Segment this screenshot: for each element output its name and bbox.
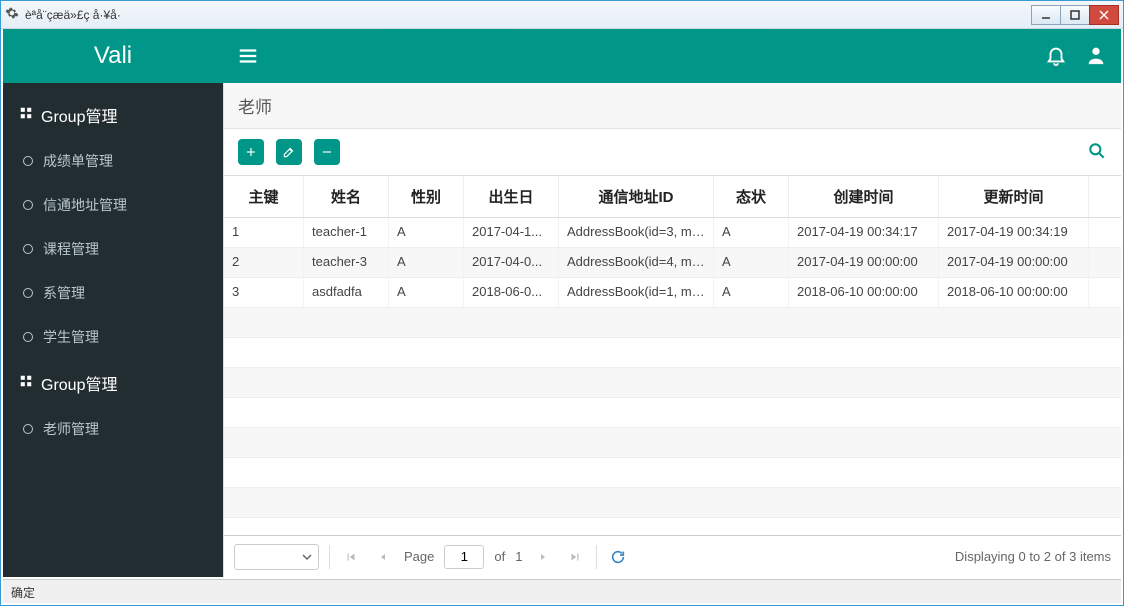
dashboard-icon bbox=[19, 374, 33, 393]
sidebar-group-0[interactable]: Group管理 bbox=[3, 91, 223, 139]
cell-addr: AddressBook(id=3, mo... bbox=[559, 218, 714, 247]
next-page-button[interactable] bbox=[532, 546, 554, 568]
cell-birth: 2017-04-0... bbox=[464, 248, 559, 277]
cell-created: 2017-04-19 00:34:17 bbox=[789, 218, 939, 247]
circle-icon bbox=[23, 244, 33, 254]
first-page-button[interactable] bbox=[340, 546, 362, 568]
pager: Page of 1 Displaying 0 to 2 of 3 items bbox=[224, 535, 1121, 577]
cell-updated: 2017-04-19 00:00:00 bbox=[939, 248, 1089, 277]
circle-icon bbox=[23, 200, 33, 210]
cell-sex: A bbox=[389, 218, 464, 247]
cell-id: 1 bbox=[224, 218, 304, 247]
table-row bbox=[224, 398, 1121, 428]
table-row bbox=[224, 368, 1121, 398]
delete-button[interactable] bbox=[314, 139, 340, 165]
table-row[interactable]: 2teacher-3A2017-04-0...AddressBook(id=4,… bbox=[224, 248, 1121, 278]
hamburger-icon[interactable] bbox=[237, 45, 259, 67]
col-birth[interactable]: 出生日 bbox=[464, 176, 559, 217]
gear-icon bbox=[5, 6, 19, 23]
table-row bbox=[224, 308, 1121, 338]
cell-created: 2018-06-10 00:00:00 bbox=[789, 278, 939, 307]
cell-status: A bbox=[714, 248, 789, 277]
sidebar-item-dept[interactable]: 系管理 bbox=[3, 271, 223, 315]
col-sex[interactable]: 性别 bbox=[389, 176, 464, 217]
sidebar-item-course[interactable]: 课程管理 bbox=[3, 227, 223, 271]
cell-name: teacher-3 bbox=[304, 248, 389, 277]
page-size-select[interactable] bbox=[234, 544, 319, 570]
minimize-button[interactable] bbox=[1031, 5, 1061, 25]
cell-addr: AddressBook(id=4, mo... bbox=[559, 248, 714, 277]
cell-name: asdfadfa bbox=[304, 278, 389, 307]
refresh-button[interactable] bbox=[607, 546, 629, 568]
cell-birth: 2018-06-0... bbox=[464, 278, 559, 307]
total-pages: 1 bbox=[515, 549, 522, 564]
main-panel: 老师 主键 姓名 性别 出生日 通信地址ID 态状 bbox=[223, 83, 1121, 577]
sidebar: Group管理 成绩单管理 信通地址管理 课程管理 系管理 学生管理 Group… bbox=[3, 83, 223, 577]
cell-updated: 2018-06-10 00:00:00 bbox=[939, 278, 1089, 307]
table-row[interactable]: 1teacher-1A2017-04-1...AddressBook(id=3,… bbox=[224, 218, 1121, 248]
pager-summary: Displaying 0 to 2 of 3 items bbox=[955, 549, 1111, 564]
table-row bbox=[224, 428, 1121, 458]
cell-birth: 2017-04-1... bbox=[464, 218, 559, 247]
cell-updated: 2017-04-19 00:34:19 bbox=[939, 218, 1089, 247]
page-title: 老师 bbox=[224, 83, 1121, 129]
maximize-button[interactable] bbox=[1060, 5, 1090, 25]
cell-status: A bbox=[714, 278, 789, 307]
cell-id: 2 bbox=[224, 248, 304, 277]
edit-button[interactable] bbox=[276, 139, 302, 165]
grid-body: 1teacher-1A2017-04-1...AddressBook(id=3,… bbox=[224, 218, 1121, 535]
table-row bbox=[224, 458, 1121, 488]
cell-addr: AddressBook(id=1, mo... bbox=[559, 278, 714, 307]
sidebar-item-scores[interactable]: 成绩单管理 bbox=[3, 139, 223, 183]
grid-header: 主键 姓名 性别 出生日 通信地址ID 态状 创建时间 更新时间 bbox=[224, 176, 1121, 218]
sidebar-group-1[interactable]: Group管理 bbox=[3, 359, 223, 407]
col-status[interactable]: 态状 bbox=[714, 176, 789, 217]
bell-icon[interactable] bbox=[1045, 44, 1067, 69]
page-label: Page bbox=[404, 549, 434, 564]
cell-status: A bbox=[714, 218, 789, 247]
close-button[interactable] bbox=[1089, 5, 1119, 25]
cell-id: 3 bbox=[224, 278, 304, 307]
page-input[interactable] bbox=[444, 545, 484, 569]
of-label: of bbox=[494, 549, 505, 564]
toolbar bbox=[224, 129, 1121, 175]
dashboard-icon bbox=[19, 106, 33, 125]
cell-sex: A bbox=[389, 248, 464, 277]
table-row bbox=[224, 488, 1121, 518]
sidebar-group-label: Group管理 bbox=[41, 103, 117, 127]
search-button[interactable] bbox=[1087, 141, 1107, 164]
cell-sex: A bbox=[389, 278, 464, 307]
table-row[interactable]: 3asdfadfaA2018-06-0...AddressBook(id=1, … bbox=[224, 278, 1121, 308]
sidebar-item-student[interactable]: 学生管理 bbox=[3, 315, 223, 359]
user-icon[interactable] bbox=[1085, 44, 1107, 69]
circle-icon bbox=[23, 424, 33, 434]
statusbar: 确定 bbox=[3, 579, 1121, 603]
cell-name: teacher-1 bbox=[304, 218, 389, 247]
sidebar-item-address[interactable]: 信通地址管理 bbox=[3, 183, 223, 227]
data-grid: 主键 姓名 性别 出生日 通信地址ID 态状 创建时间 更新时间 1teache… bbox=[224, 175, 1121, 535]
sidebar-item-teacher[interactable]: 老师管理 bbox=[3, 407, 223, 451]
cell-created: 2017-04-19 00:00:00 bbox=[789, 248, 939, 277]
last-page-button[interactable] bbox=[564, 546, 586, 568]
titlebar: èªå¨çæä»£ç å·¥å· bbox=[1, 1, 1123, 29]
col-id[interactable]: 主键 bbox=[224, 176, 304, 217]
circle-icon bbox=[23, 332, 33, 342]
circle-icon bbox=[23, 156, 33, 166]
app-window: èªå¨çæä»£ç å·¥å· Vali bbox=[0, 0, 1124, 606]
circle-icon bbox=[23, 288, 33, 298]
brand: Vali bbox=[3, 42, 223, 70]
col-created[interactable]: 创建时间 bbox=[789, 176, 939, 217]
topbar: Vali bbox=[3, 29, 1121, 83]
table-row bbox=[224, 338, 1121, 368]
window-title: èªå¨çæä»£ç å·¥å· bbox=[25, 8, 1032, 22]
col-name[interactable]: 姓名 bbox=[304, 176, 389, 217]
prev-page-button[interactable] bbox=[372, 546, 394, 568]
sidebar-group-label: Group管理 bbox=[41, 371, 117, 395]
add-button[interactable] bbox=[238, 139, 264, 165]
col-updated[interactable]: 更新时间 bbox=[939, 176, 1089, 217]
col-addr[interactable]: 通信地址ID bbox=[559, 176, 714, 217]
